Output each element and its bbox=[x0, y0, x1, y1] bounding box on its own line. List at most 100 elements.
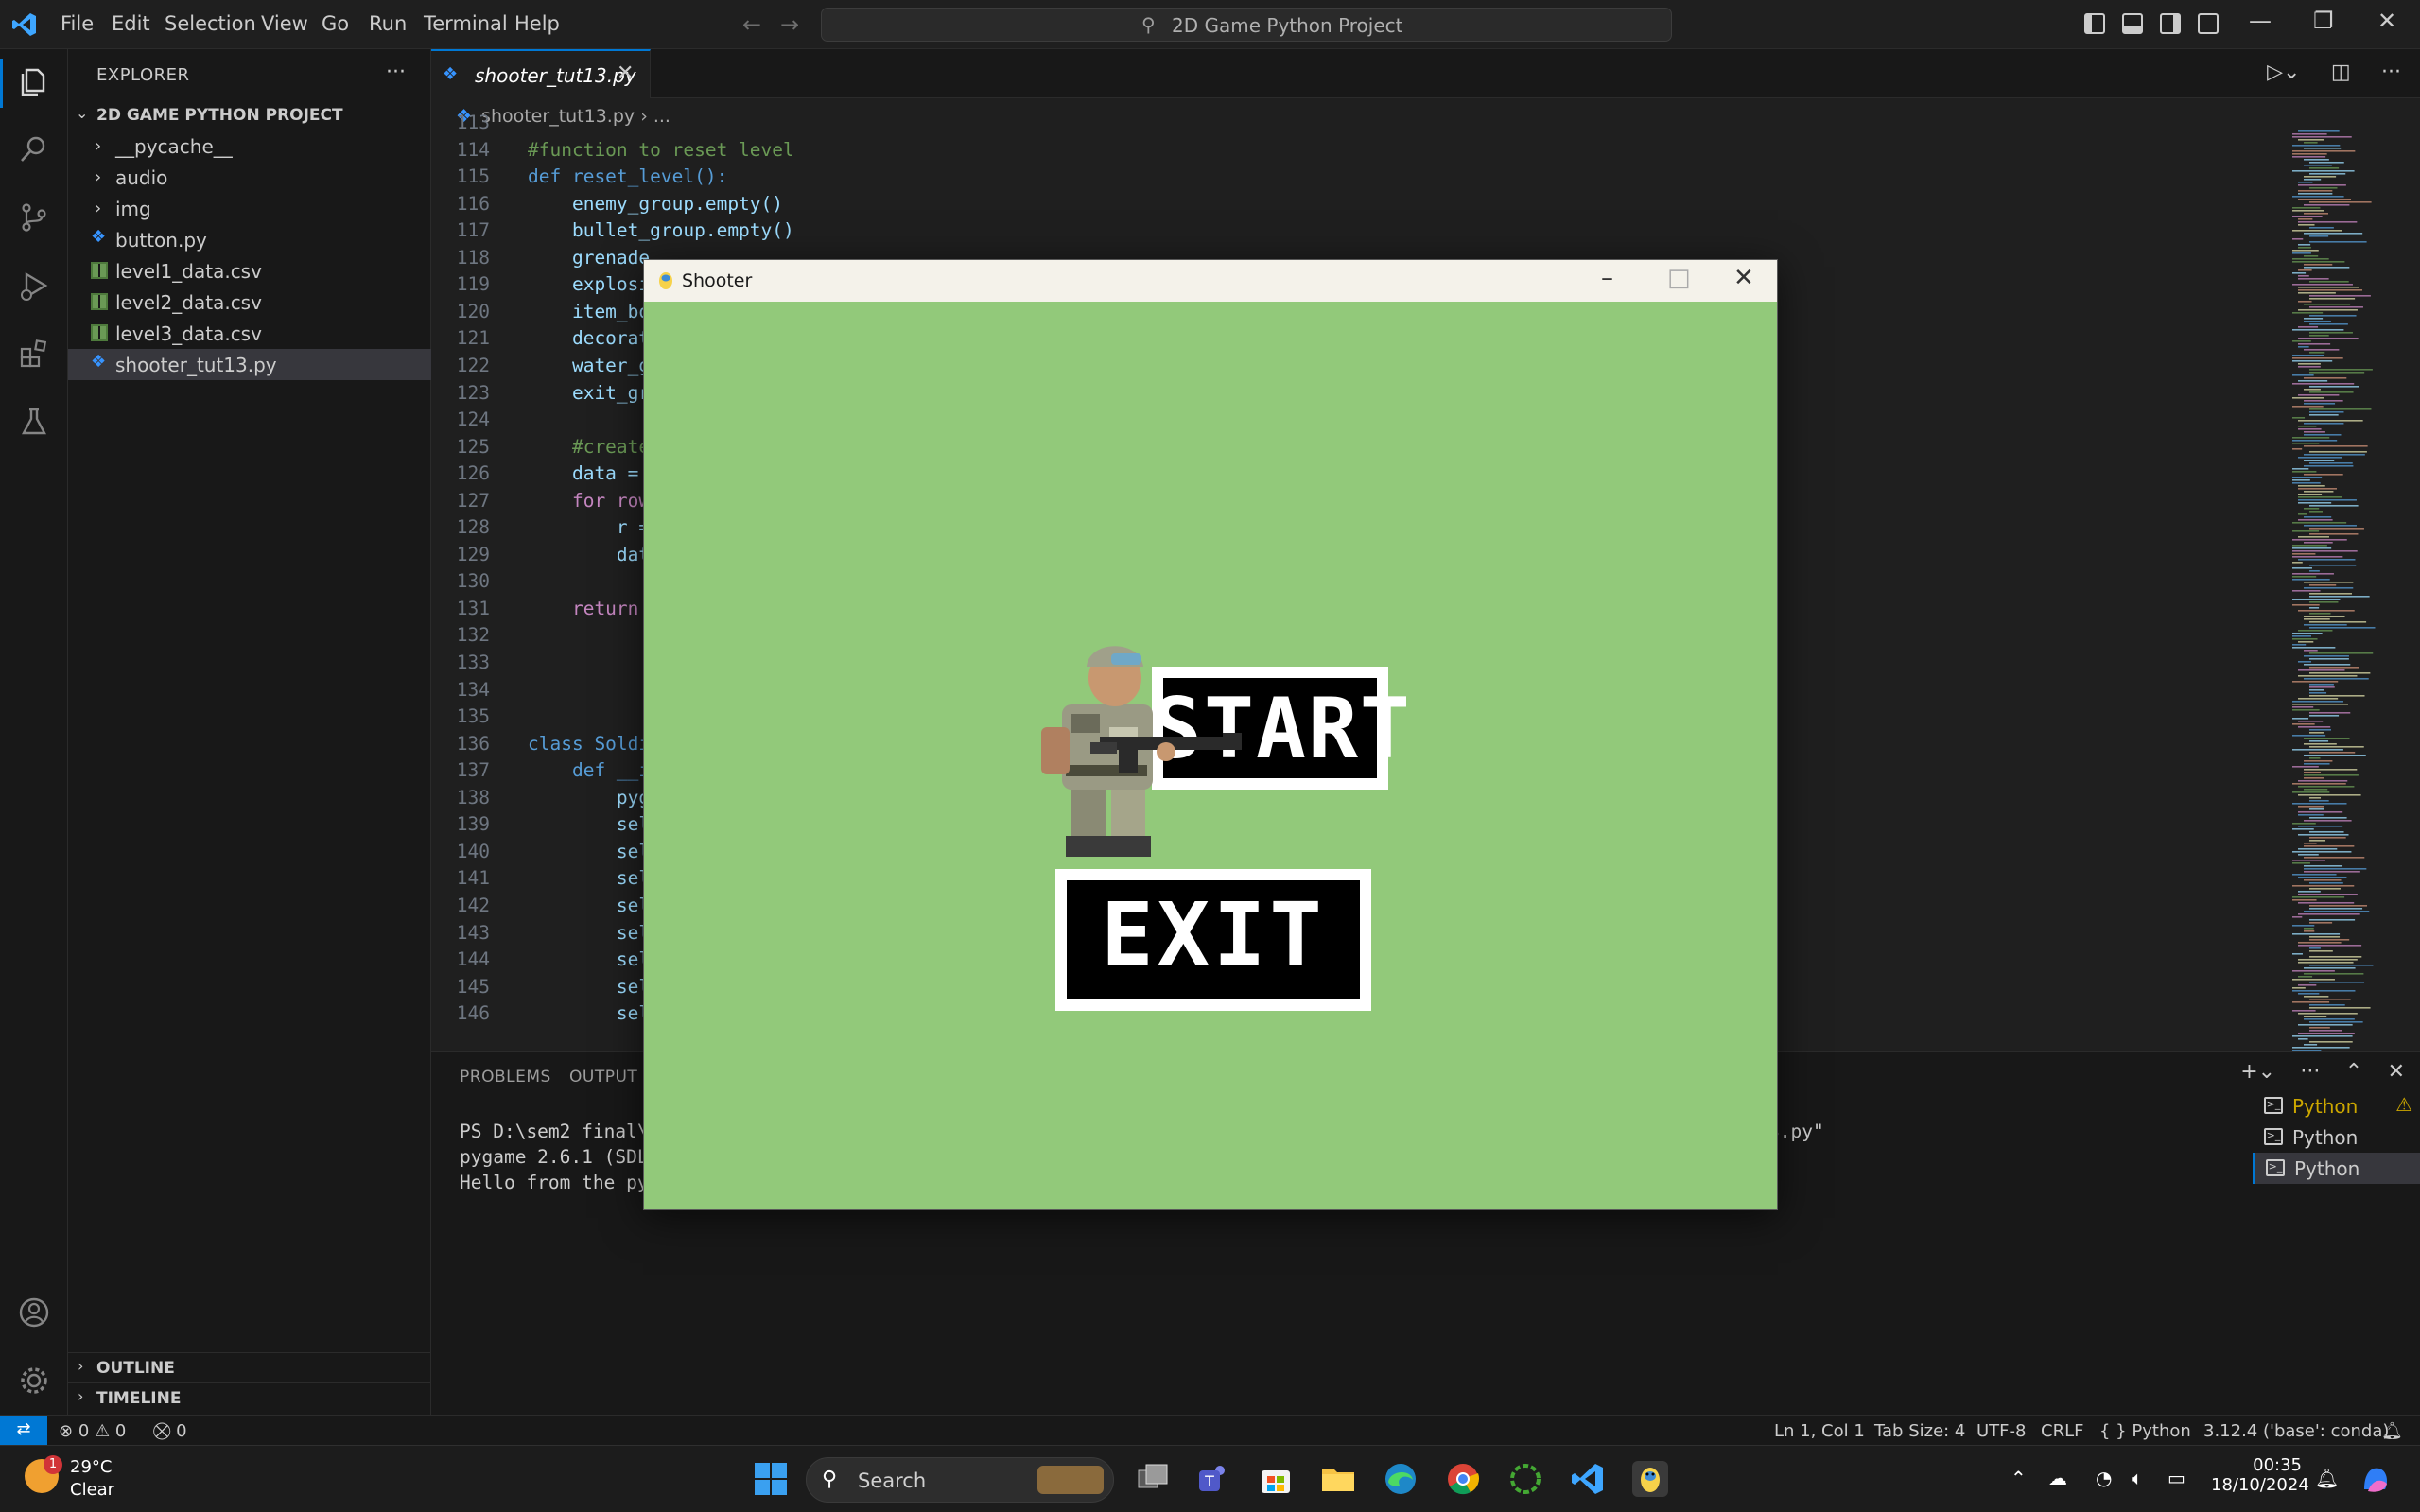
minimap[interactable] bbox=[2287, 130, 2419, 1097]
clock-time: 00:35 bbox=[2253, 1455, 2302, 1475]
tree-item-audio[interactable]: › audio bbox=[68, 162, 431, 193]
split-editor-icon[interactable]: ◫ bbox=[2331, 61, 2351, 84]
code-line[interactable]: 116 enemy_group.empty() bbox=[431, 193, 2275, 220]
menu-terminal[interactable]: Terminal bbox=[424, 12, 508, 35]
close-window-icon[interactable]: ✕ bbox=[2377, 8, 2396, 34]
task-view-icon[interactable] bbox=[1135, 1461, 1171, 1497]
tree-item-level2-csv[interactable]: level2_data.csv bbox=[68, 287, 431, 318]
game-window[interactable]: Shooter – □ ✕ START EXIT bbox=[643, 259, 1778, 1210]
explorer-title: EXPLORER bbox=[96, 65, 190, 85]
terminal-item[interactable]: >_ Python bbox=[2253, 1153, 2420, 1184]
system-clock[interactable]: 00:35 18/10/2024 bbox=[2211, 1455, 2309, 1495]
tab-size[interactable]: Tab Size: 4 bbox=[1874, 1421, 1965, 1441]
accounts-icon[interactable] bbox=[17, 1295, 51, 1330]
exit-button-label: EXIT bbox=[1101, 884, 1326, 985]
python-interpreter[interactable]: 3.12.4 ('base': conda) bbox=[2203, 1421, 2389, 1441]
settings-gear-icon[interactable] bbox=[17, 1364, 51, 1398]
menu-go[interactable]: Go bbox=[322, 12, 349, 35]
teams-icon[interactable]: T bbox=[1195, 1461, 1231, 1497]
tab-problems[interactable]: PROBLEMS bbox=[460, 1068, 551, 1086]
remote-indicator-icon[interactable]: ⇄ bbox=[0, 1416, 47, 1446]
more-actions-icon[interactable]: ··· bbox=[2300, 1060, 2320, 1084]
more-actions-icon[interactable]: ··· bbox=[386, 61, 406, 84]
notifications-bell-icon[interactable]: 🔔︎ bbox=[2315, 1467, 2339, 1489]
code-line[interactable]: 113 bbox=[431, 112, 2275, 139]
timeline-section[interactable]: › TIMELINE bbox=[68, 1382, 431, 1413]
tree-item-pycache[interactable]: › __pycache__ bbox=[68, 130, 431, 162]
tree-item-button-py[interactable]: ❖ button.py bbox=[68, 224, 431, 255]
menu-edit[interactable]: Edit bbox=[112, 12, 150, 35]
windows-start-icon[interactable] bbox=[753, 1461, 789, 1497]
file-explorer-icon[interactable] bbox=[1320, 1461, 1356, 1497]
tree-item-img[interactable]: › img bbox=[68, 193, 431, 224]
project-folder-header[interactable]: ⌄ 2D GAME PYTHON PROJECT bbox=[68, 102, 431, 130]
show-hidden-icons-chevron-icon[interactable]: ⌃ bbox=[2011, 1467, 2027, 1489]
forward-arrow-icon[interactable]: → bbox=[780, 11, 799, 38]
toggle-panel-icon[interactable] bbox=[2122, 13, 2143, 34]
tree-item-shooter-py[interactable]: ❖ shooter_tut13.py bbox=[68, 349, 431, 380]
terminal-item[interactable]: >_ Python bbox=[2253, 1121, 2420, 1153]
code-line[interactable]: 115 def reset_level(): bbox=[431, 165, 2275, 193]
minimap-line bbox=[2292, 706, 2314, 708]
pygame-snake-icon[interactable] bbox=[1632, 1461, 1668, 1497]
explorer-icon[interactable] bbox=[17, 64, 51, 98]
restore-icon[interactable]: ❐ bbox=[2313, 8, 2334, 34]
volume-icon[interactable]: 🔈︎ bbox=[2132, 1467, 2143, 1489]
chrome-browser-icon[interactable] bbox=[1445, 1461, 1481, 1497]
extensions-icon[interactable] bbox=[17, 337, 51, 371]
close-window-icon[interactable]: ✕ bbox=[1733, 264, 1754, 292]
outline-section[interactable]: › OUTLINE bbox=[68, 1352, 431, 1382]
toggle-primary-sidebar-icon[interactable] bbox=[2084, 13, 2105, 34]
menu-help[interactable]: Help bbox=[514, 12, 560, 35]
minimap-line bbox=[2304, 179, 2322, 181]
tab-shooter-py[interactable]: ❖ shooter_tut13.py ✕ bbox=[431, 49, 651, 98]
new-terminal-icon[interactable]: +⌄ bbox=[2240, 1060, 2275, 1084]
language-mode[interactable]: { } Python bbox=[2099, 1421, 2191, 1441]
minimize-icon[interactable]: — bbox=[2249, 8, 2272, 34]
copilot-icon[interactable] bbox=[2359, 1463, 2393, 1497]
close-tab-icon[interactable]: ✕ bbox=[617, 61, 634, 85]
cursor-position[interactable]: Ln 1, Col 1 bbox=[1774, 1421, 1865, 1441]
taskbar-search[interactable]: ⚲ Search bbox=[806, 1457, 1114, 1503]
source-control-icon[interactable] bbox=[17, 200, 51, 235]
maximize-icon[interactable]: □ bbox=[1667, 264, 1691, 292]
menu-file[interactable]: File bbox=[61, 12, 94, 35]
code-line[interactable]: 117 bullet_group.empty() bbox=[431, 219, 2275, 247]
command-center-search[interactable]: ⚲ 2D Game Python Project bbox=[821, 8, 1672, 42]
ports-status[interactable]: ⛒ 0 bbox=[153, 1421, 187, 1441]
wifi-icon[interactable]: ◔ bbox=[2096, 1467, 2112, 1489]
onedrive-icon[interactable]: ☁ bbox=[2048, 1467, 2067, 1489]
game-window-titlebar[interactable]: Shooter – □ ✕ bbox=[644, 260, 1777, 302]
battery-icon[interactable]: ▭ bbox=[2168, 1467, 2185, 1489]
run-debug-icon[interactable] bbox=[17, 269, 51, 303]
microsoft-store-icon[interactable] bbox=[1258, 1461, 1294, 1497]
minimap-line bbox=[2309, 593, 2352, 595]
exit-button[interactable]: EXIT bbox=[1055, 869, 1371, 1011]
eol[interactable]: CRLF bbox=[2041, 1421, 2083, 1441]
menu-view[interactable]: View bbox=[261, 12, 308, 35]
minimize-icon[interactable]: – bbox=[1601, 264, 1613, 292]
anaconda-icon[interactable] bbox=[1507, 1461, 1543, 1497]
terminal-item[interactable]: >_ Python ⚠ bbox=[2253, 1090, 2420, 1121]
more-actions-icon[interactable]: ··· bbox=[2381, 61, 2401, 84]
search-icon[interactable] bbox=[17, 132, 51, 166]
code-line[interactable]: 114 #function to reset level bbox=[431, 139, 2275, 166]
tree-item-level1-csv[interactable]: level1_data.csv bbox=[68, 255, 431, 287]
vscode-taskbar-icon[interactable] bbox=[1570, 1461, 1606, 1497]
back-arrow-icon[interactable]: ← bbox=[742, 11, 761, 38]
tree-item-level3-csv[interactable]: level3_data.csv bbox=[68, 318, 431, 349]
tab-output[interactable]: OUTPUT bbox=[569, 1068, 637, 1086]
problems-status[interactable]: ⊗ 0 ⚠ 0 bbox=[59, 1421, 126, 1441]
close-panel-icon[interactable]: ✕ bbox=[2388, 1060, 2405, 1084]
menu-run[interactable]: Run bbox=[369, 12, 407, 35]
menu-selection[interactable]: Selection bbox=[165, 12, 256, 35]
maximize-panel-icon[interactable]: ⌃ bbox=[2345, 1060, 2362, 1084]
edge-browser-icon[interactable] bbox=[1383, 1461, 1419, 1497]
run-python-icon[interactable]: ▷⌄ bbox=[2267, 61, 2300, 84]
encoding[interactable]: UTF-8 bbox=[1976, 1421, 2026, 1441]
customize-layout-icon[interactable] bbox=[2198, 13, 2219, 34]
toggle-secondary-sidebar-icon[interactable] bbox=[2160, 13, 2181, 34]
notifications-bell-icon[interactable]: 🔔︎ bbox=[2381, 1421, 2403, 1441]
testing-flask-icon[interactable] bbox=[17, 405, 51, 439]
minimap-line bbox=[2298, 984, 2317, 986]
